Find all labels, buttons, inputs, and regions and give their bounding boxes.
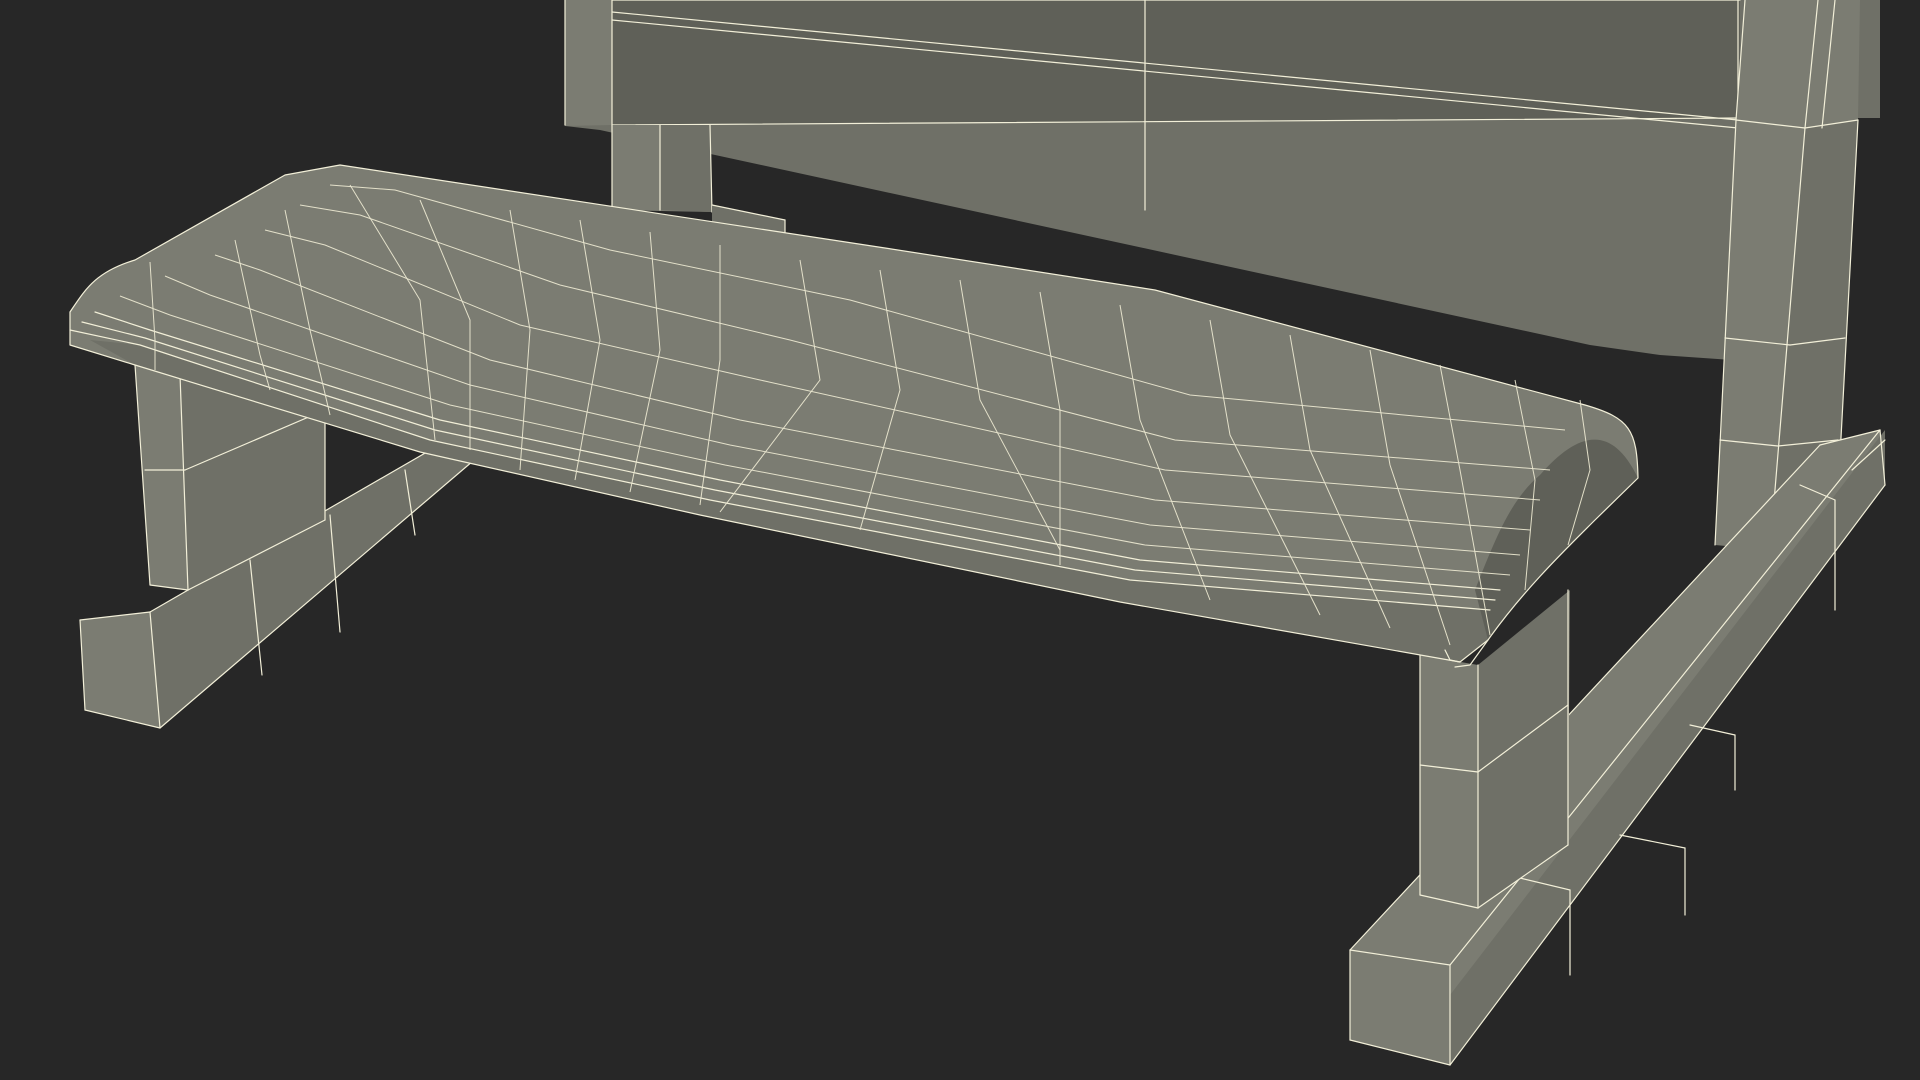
wireframe-render (69, 0, 1886, 1066)
render-viewport (0, 0, 1920, 1080)
